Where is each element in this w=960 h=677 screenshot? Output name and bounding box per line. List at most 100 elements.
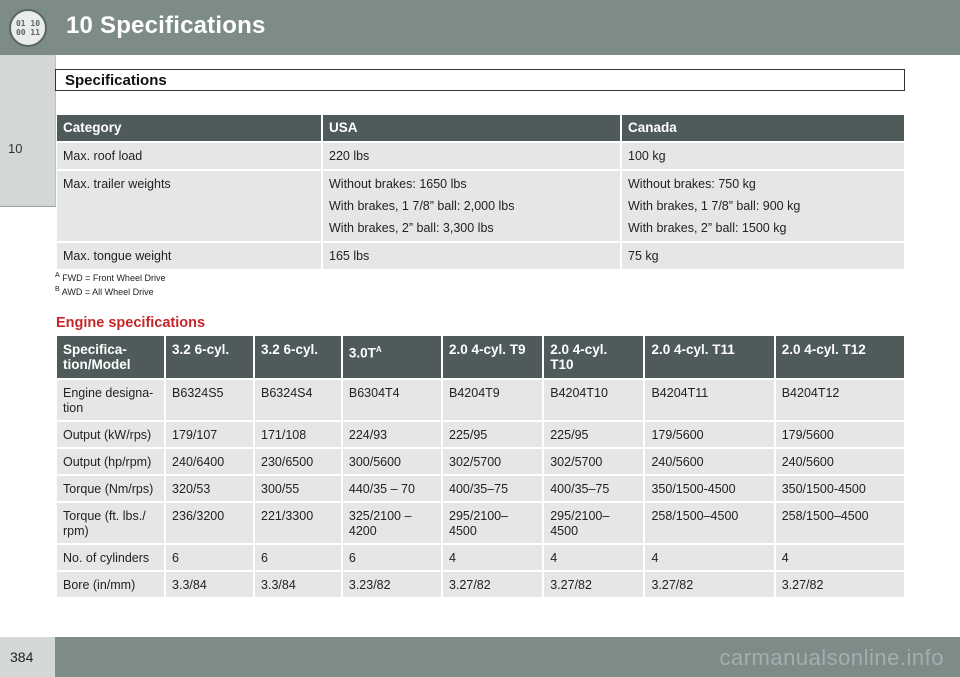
table-cell: Max. trailer weights [57,171,321,241]
footnote-mark: B [55,286,60,293]
table-cell: Output (kW/rps) [57,422,165,447]
footnote-ref: A [375,345,382,354]
table-cell: 300/5600 [342,449,441,474]
footer-page-tab: 384 [0,637,55,677]
table-cell: 236/3200 [166,503,254,543]
table-cell: 302/5700 [544,449,644,474]
table-cell: 258/1500–4500 [645,503,774,543]
cell-line: With brakes, 2” ball: 1500 kg [628,221,787,235]
table-cell: 3.3/84 [255,572,341,597]
table-cell: 225/95 [544,422,644,447]
side-chapter-tab: 10 [0,55,56,207]
table-row: No. of cylinders 6 6 6 4 4 4 4 [57,545,904,570]
section-header: Specifications [55,69,905,91]
table-cell: 4 [645,545,774,570]
table-cell: 440/35 – 70 [342,476,441,501]
table-cell: B4204T10 [544,380,644,420]
table-cell: Torque (ft. lbs./rpm) [57,503,165,543]
table-row: Output (hp/rpm) 240/6400 230/6500 300/5600 3… [57,449,904,474]
table-row: Max. roof load 220 lbs 100 kg [57,143,904,169]
cell-line: With brakes, 2” ball: 3,300 lbs [329,221,494,235]
footnote: B AWD = All Wheel Drive [55,284,165,298]
column-header: 2.0 4-cyl. T9 [443,336,543,378]
table-cell: Without brakes: 750 kg With brakes, 1 7/… [622,171,904,241]
badge-line-1: 01 10 [15,19,41,28]
table-cell: B6324S5 [166,380,254,420]
chapter-title: 10 Specifications [66,12,266,40]
table-row: Torque (ft. lbs./rpm) 236/3200 221/3300 325… [57,503,904,543]
table-cell: 302/5700 [443,449,543,474]
cell-line: Without brakes: 1650 lbs [329,177,467,191]
engine-specs-table: Specifica-tion/Model 3.2 6-cyl. 3.2 6-cyl.… [55,334,906,599]
cell-line: 165 lbs [329,249,370,263]
table-cell: 221/3300 [255,503,341,543]
footnote-mark: A [55,272,60,279]
section-title: Specifications [65,72,167,89]
column-header: Canada [622,115,904,141]
table-cell: 295/2100– 4500 [443,503,543,543]
table-header-row: Category USA Canada [57,115,904,141]
table-header-row: Specifica-tion/Model 3.2 6-cyl. 3.2 6-cyl.… [57,336,904,378]
cell-line: Without brakes: 750 kg [628,177,756,191]
table-cell: 240/5600 [775,449,904,474]
table-cell: 300/55 [255,476,341,501]
table-cell: 3.23/82 [342,572,441,597]
table-cell: 224/93 [342,422,441,447]
table-cell: B4204T11 [645,380,774,420]
footnote-text: FWD = Front Wheel Drive [62,273,166,283]
engine-specs-heading: Engine specifications [56,315,206,331]
table-cell: 230/6500 [255,449,341,474]
table-cell: 350/1500-4500 [775,476,904,501]
table-cell: Bore (in/mm) [57,572,165,597]
table-cell: 3.3/84 [166,572,254,597]
table-cell: B4204T9 [443,380,543,420]
table-cell: 320/53 [166,476,254,501]
table-cell: 225/95 [443,422,543,447]
table-cell: 4 [443,545,543,570]
chapter-badge-icon: 01 10 00 11 [9,9,47,47]
table-cell: 100 kg [622,143,904,169]
side-divider [0,206,56,207]
cell-line: With brakes, 1 7/8” ball: 2,000 lbs [329,199,515,213]
table-cell: 3.27/82 [544,572,644,597]
table-row: Torque (Nm/rps) 320/53 300/55 440/35 – 70 40… [57,476,904,501]
table-cell: 75 kg [622,243,904,269]
table-cell: 6 [255,545,341,570]
table-cell: 4 [775,545,904,570]
column-header: USA [323,115,620,141]
column-header: Category [57,115,321,141]
table-cell: Output (hp/rpm) [57,449,165,474]
column-header: 3.2 6-cyl. [255,336,341,378]
column-header: 2.0 4-cyl. T12 [775,336,904,378]
table-cell: 400/35–75 [443,476,543,501]
table-cell: No. of cylinders [57,545,165,570]
column-header: 2.0 4-cyl. T10 [544,336,644,378]
page-number: 384 [10,649,34,665]
table-cell: Without brakes: 1650 lbs With brakes, 1 … [323,171,620,241]
page-footer: 384 carmanualsonline.info [0,637,960,677]
table-cell: 258/1500–4500 [775,503,904,543]
table-cell: Max. roof load [57,143,321,169]
cell-line: 100 kg [628,149,666,163]
chapter-number: 10 [66,12,94,39]
column-header: 3.0TA [342,336,441,378]
table-cell: 3.27/82 [443,572,543,597]
table-row: Engine designa-tion B6324S5 B6324S4 B6304T4… [57,380,904,420]
chapter-header: 01 10 00 11 10 Specifications [0,0,960,55]
table-cell: 325/2100 – 4200 [342,503,441,543]
watermark: carmanualsonline.info [719,645,944,670]
side-tab-label: 10 [8,141,23,156]
table-row: Output (kW/rps) 179/107 171/108 224/93 225/9… [57,422,904,447]
table-cell: 6 [166,545,254,570]
table-cell: 240/6400 [166,449,254,474]
footnote: A FWD = Front Wheel Drive [55,270,165,284]
table-cell: 179/5600 [645,422,774,447]
cell-line: 220 lbs [329,149,370,163]
table-cell: 3.27/82 [775,572,904,597]
table-row: Bore (in/mm) 3.3/84 3.3/84 3.23/82 3.27/82 3.… [57,572,904,597]
cell-line: 75 kg [628,249,659,263]
table-cell: 295/2100– 4500 [544,503,644,543]
column-header: Specifica-tion/Model [57,336,165,378]
table-cell: 179/5600 [775,422,904,447]
table-cell: 350/1500-4500 [645,476,774,501]
